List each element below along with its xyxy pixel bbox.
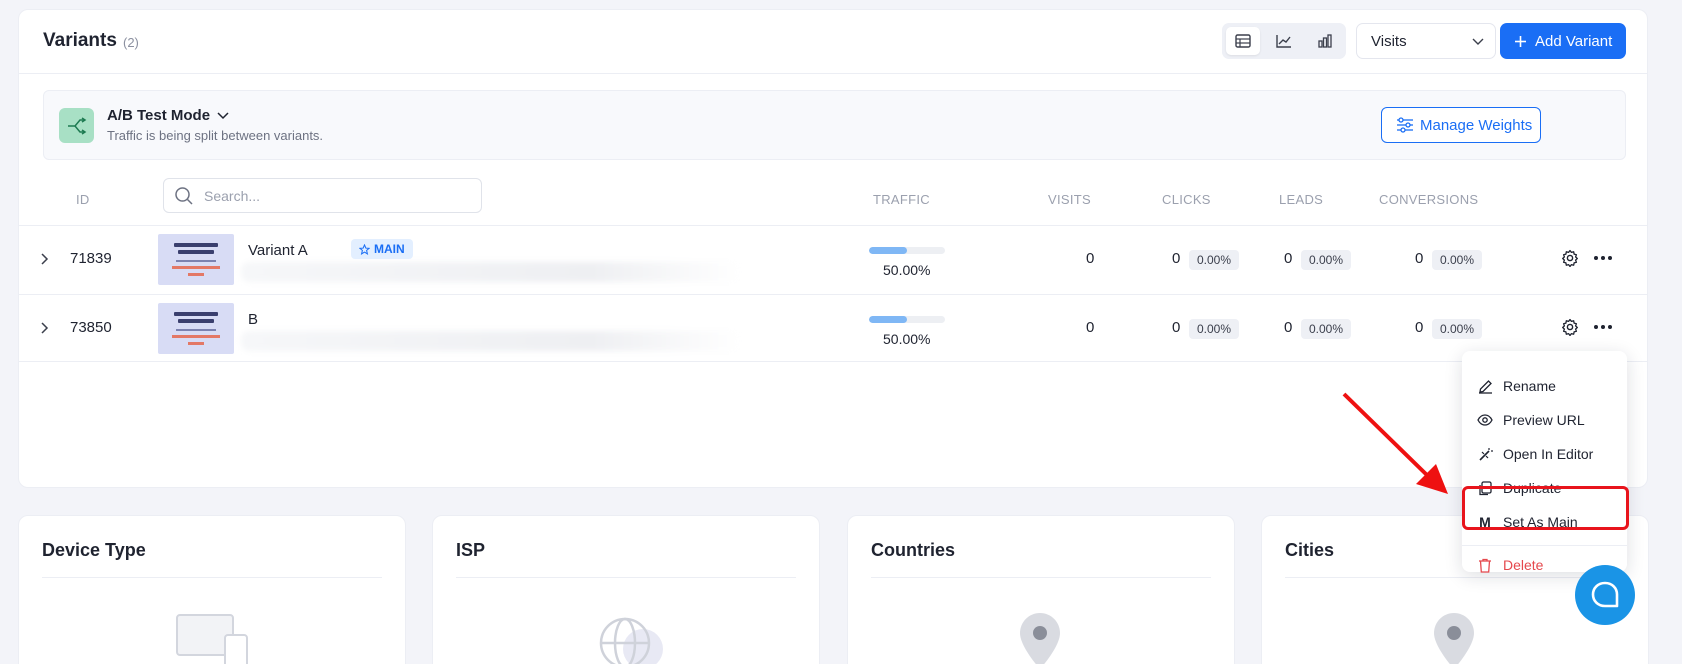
traffic-bar-fill [869,247,907,254]
globe-icon [599,617,663,664]
line-chart-icon [1276,35,1291,48]
variant-url-blurred [241,331,741,351]
variant-url-blurred [241,262,741,282]
star-icon [359,243,370,255]
search-icon [175,187,193,205]
ab-test-mode-panel: A/B Test Mode Traffic is being split bet… [43,90,1626,160]
countries-title: Countries [871,540,956,560]
add-variant-button[interactable]: Add Variant [1500,23,1626,59]
main-badge-label: MAIN [374,242,405,256]
leads-value: 0 [1284,250,1293,267]
more-icon[interactable] [1593,318,1613,336]
device-type-card: Device Type [18,515,406,664]
menu-item-label: Preview URL [1503,412,1585,428]
manage-weights-label: Manage Weights [1420,116,1533,134]
cities-title: Cities [1285,540,1335,560]
col-header-traffic: TRAFFIC [873,192,930,207]
set-as-main-highlight [1462,486,1629,530]
variant-id: 73850 [70,319,112,336]
menu-item-label: Rename [1503,378,1556,394]
split-icon [59,108,94,143]
traffic-bar [869,316,945,323]
variant-context-menu: Rename Preview URL Open In Editor Duplic… [1462,351,1627,573]
col-header-leads: LEADS [1279,192,1324,207]
countries-card: Countries [847,515,1235,664]
visits-value: 0 [1086,319,1095,336]
col-header-id: ID [76,192,90,207]
view-toggle [1222,23,1346,59]
search-input[interactable] [204,186,464,206]
magic-wand-icon [1478,447,1493,461]
bar-chart-view-button[interactable] [1308,27,1342,55]
clicks-pct: 0.00% [1189,250,1240,270]
device-type-title: Device Type [42,540,146,560]
visits-value: 0 [1086,250,1095,267]
conversions-pct: 0.00% [1432,319,1483,339]
table-view-button[interactable] [1226,27,1260,55]
menu-item-open-in-editor[interactable]: Open In Editor [1462,439,1627,469]
line-chart-view-button[interactable] [1267,27,1301,55]
bar-chart-icon [1318,34,1332,48]
eye-icon [1477,414,1493,426]
devices-icon [176,614,248,664]
variant-thumbnail[interactable] [158,303,234,354]
ab-mode-subtitle: Traffic is being split between variants. [107,128,324,143]
map-pin-icon [1020,613,1060,664]
clicks-value: 0 [1172,319,1181,336]
conversions-value: 0 [1415,250,1424,267]
plus-icon [1515,35,1526,47]
table-icon [1235,34,1251,48]
traffic-value: 50.00% [883,262,931,278]
leads-pct: 0.00% [1301,319,1352,339]
gear-icon[interactable] [1561,249,1579,267]
chat-icon [1591,581,1619,608]
chat-support-button[interactable] [1575,565,1635,625]
chevron-down-icon [1472,38,1484,45]
add-variant-label: Add Variant [1535,32,1613,50]
menu-item-preview-url[interactable]: Preview URL [1462,405,1627,435]
variant-name[interactable]: B [248,311,258,328]
isp-title: ISP [456,540,486,560]
manage-weights-button[interactable]: Manage Weights [1381,107,1541,143]
chevron-down-icon[interactable] [216,109,230,123]
trash-icon [1479,558,1491,573]
table-row[interactable]: 71839 Variant A MAIN 50.00% 0 0 0.00% 0 … [19,225,1647,293]
main-badge: MAIN [351,239,413,259]
map-pin-icon [1434,613,1474,664]
clicks-value: 0 [1172,250,1181,267]
traffic-bar-fill [869,316,907,323]
clicks-pct: 0.00% [1189,319,1240,339]
conversions-pct: 0.00% [1432,250,1483,270]
col-header-clicks: CLICKS [1162,192,1211,207]
variant-name[interactable]: Variant A [248,242,308,259]
page-title: Variants [43,30,117,51]
variant-thumbnail[interactable] [158,234,234,285]
table-row[interactable]: 73850 B 50.00% 0 0 0.00% 0 0.00% 0 0.00% [19,294,1647,362]
metric-select-value: Visits [1371,33,1407,50]
more-icon[interactable] [1593,249,1613,267]
chevron-right-icon[interactable] [39,321,51,335]
pencil-icon [1478,379,1492,394]
chevron-right-icon[interactable] [39,252,51,266]
variant-id: 71839 [70,250,112,267]
ab-mode-dropdown[interactable]: A/B Test Mode [107,107,210,124]
metric-select[interactable]: Visits [1356,23,1496,59]
variants-header: Variants (2) Visits Add Variant [19,10,1647,74]
col-header-conversions: CONVERSIONS [1379,192,1479,207]
gear-icon[interactable] [1561,318,1579,336]
menu-item-label: Delete [1503,557,1544,573]
sliders-icon [1397,117,1413,133]
leads-value: 0 [1284,319,1293,336]
variant-count: (2) [123,35,139,50]
menu-item-label: Open In Editor [1503,446,1594,462]
search-field[interactable] [163,178,482,213]
leads-pct: 0.00% [1301,250,1352,270]
traffic-value: 50.00% [883,331,931,347]
variants-card: Variants (2) Visits Add Variant A/B Test [18,9,1648,488]
isp-card: ISP [432,515,820,664]
col-header-visits: VISITS [1048,192,1091,207]
traffic-bar [869,247,945,254]
conversions-value: 0 [1415,319,1424,336]
menu-item-rename[interactable]: Rename [1462,371,1627,401]
